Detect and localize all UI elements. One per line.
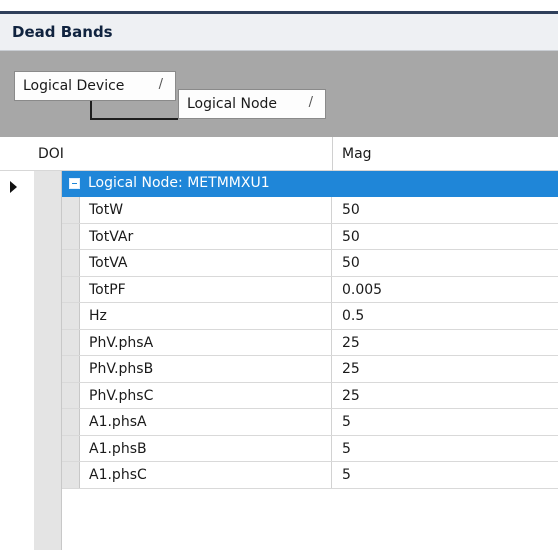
mag-cell[interactable]: 50: [332, 197, 558, 223]
doi-cell[interactable]: TotVA: [80, 250, 332, 276]
group-chip-label: Logical Node: [187, 96, 278, 112]
table-row[interactable]: A1.phsA 5: [62, 409, 558, 436]
mag-cell[interactable]: 5: [332, 409, 558, 435]
column-header-doi[interactable]: DOI: [38, 146, 64, 162]
sort-indicator-icon[interactable]: /: [309, 95, 313, 110]
collapse-minus-icon[interactable]: [69, 178, 80, 189]
table-row[interactable]: A1.phsC 5: [62, 462, 558, 489]
group-indent-column: [34, 171, 62, 550]
doi-cell[interactable]: A1.phsA: [80, 409, 332, 435]
group-row-label: Logical Node: METMMXU1: [88, 175, 270, 191]
mag-cell[interactable]: 50: [332, 250, 558, 276]
table-row[interactable]: Hz 0.5: [62, 303, 558, 330]
doi-cell[interactable]: TotW: [80, 197, 332, 223]
mag-cell[interactable]: 50: [332, 224, 558, 250]
column-header-mag[interactable]: Mag: [342, 146, 372, 162]
doi-cell[interactable]: TotPF: [80, 276, 332, 302]
table-row[interactable]: PhV.phsC 25: [62, 382, 558, 409]
group-row-logical-node[interactable]: Logical Node: METMMXU1: [62, 171, 558, 197]
row-selector-column[interactable]: [0, 171, 34, 550]
doi-cell[interactable]: PhV.phsA: [80, 329, 332, 355]
mag-cell[interactable]: 5: [332, 462, 558, 488]
panel-title-bar: Dead Bands: [0, 14, 558, 51]
doi-cell[interactable]: PhV.phsC: [80, 382, 332, 408]
mag-cell[interactable]: 25: [332, 330, 558, 356]
table-row[interactable]: TotVA 50: [62, 250, 558, 277]
doi-cell[interactable]: TotVAr: [80, 223, 332, 249]
mag-cell[interactable]: 25: [332, 356, 558, 382]
doi-cell[interactable]: A1.phsC: [80, 462, 332, 488]
table-row[interactable]: A1.phsB 5: [62, 435, 558, 462]
current-row-arrow-icon: [10, 181, 17, 193]
doi-cell[interactable]: Hz: [80, 303, 332, 329]
group-chip-logical-node[interactable]: Logical Node /: [178, 89, 326, 119]
table-row[interactable]: TotVAr 50: [62, 223, 558, 250]
group-by-panel[interactable]: Logical Device / Logical Node /: [0, 51, 558, 137]
column-divider[interactable]: [332, 137, 333, 171]
top-clipped-strip: [0, 0, 558, 14]
group-connector-horizontal: [90, 118, 178, 120]
group-chip-logical-device[interactable]: Logical Device /: [14, 71, 176, 101]
table-row[interactable]: PhV.phsA 25: [62, 329, 558, 356]
panel-title: Dead Bands: [12, 23, 113, 41]
grid-data-rows: TotW 50 TotVAr 50 TotVA 50 TotPF 0.005 H…: [62, 197, 558, 489]
mag-cell[interactable]: 0.005: [332, 277, 558, 303]
mag-cell[interactable]: 0.5: [332, 303, 558, 329]
doi-cell[interactable]: PhV.phsB: [80, 356, 332, 382]
group-chip-label: Logical Device: [23, 78, 125, 94]
table-row[interactable]: TotPF 0.005: [62, 276, 558, 303]
mag-cell[interactable]: 5: [332, 436, 558, 462]
table-row[interactable]: TotW 50: [62, 197, 558, 224]
grid-column-header: DOI Mag: [0, 137, 558, 171]
mag-cell[interactable]: 25: [332, 383, 558, 409]
table-row[interactable]: PhV.phsB 25: [62, 356, 558, 383]
sort-indicator-icon[interactable]: /: [159, 77, 163, 92]
doi-cell[interactable]: A1.phsB: [80, 435, 332, 461]
